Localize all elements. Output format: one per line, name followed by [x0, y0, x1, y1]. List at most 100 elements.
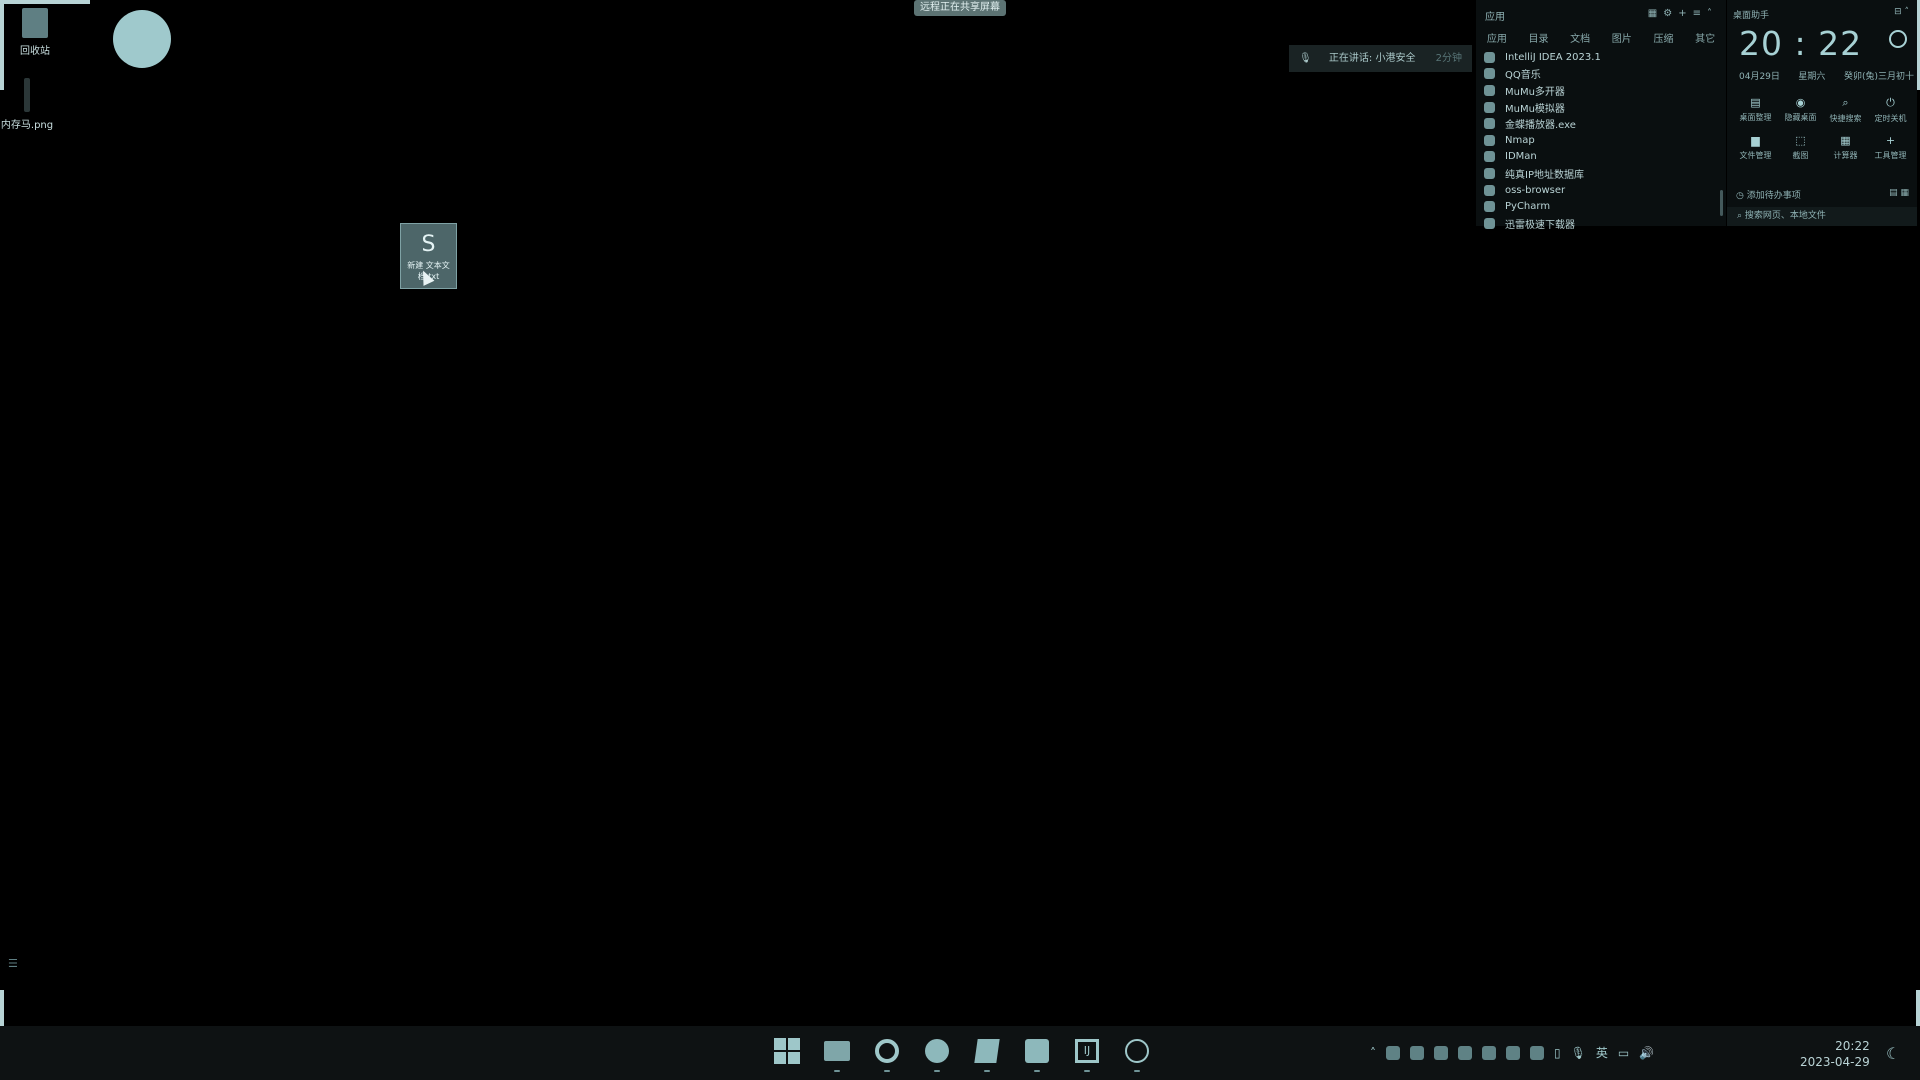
microphone-icon[interactable]: 🎙 [1571, 1046, 1586, 1060]
tray-app-icon[interactable] [1458, 1045, 1472, 1060]
notification-moon-icon[interactable]: ☾ [1886, 1044, 1900, 1063]
app-list-item[interactable]: QQ音乐 [1484, 66, 1719, 83]
tab-5[interactable]: 其它 [1695, 30, 1715, 45]
quick-action[interactable]: ⌕ 快捷搜索 [1823, 96, 1868, 124]
settings-icon[interactable]: ⚙ [1663, 8, 1678, 19]
screen-corner [0, 0, 90, 4]
chrome-icon [925, 1039, 949, 1063]
quick-action[interactable]: + 工具管理 [1868, 134, 1913, 161]
widget-title: 桌面助手 [1733, 11, 1770, 21]
app-list-item[interactable]: oss-browser [1484, 182, 1719, 199]
app-list-item[interactable]: IDMan [1484, 149, 1719, 166]
tray-app-icon[interactable] [1482, 1045, 1496, 1060]
app-label: PyCharm [1505, 201, 1551, 213]
app-list-item[interactable]: 迅雷极速下载器 [1484, 215, 1719, 232]
input-language[interactable]: 英 [1596, 1044, 1608, 1061]
app-icon [1484, 118, 1495, 130]
desktop-icon-png[interactable]: 内存马.png [0, 78, 62, 131]
app-launcher-panel: 应用 ▦⚙+≡˄ 应用 目录 文档 图片 压缩 其它 IntelliJ IDEA 2023… [1476, 0, 1726, 231]
tray-app-icon[interactable] [1506, 1045, 1520, 1060]
app-icon [1484, 151, 1495, 163]
app-list-item[interactable]: 纯真IP地址数据库 [1484, 165, 1719, 182]
tab-1[interactable]: 目录 [1528, 30, 1548, 45]
search-bar[interactable]: ⌕ 搜索网页、本地文件 [1727, 207, 1917, 226]
app-label: 迅雷极速下载器 [1505, 219, 1575, 231]
quick-action-label: 定时关机 [1874, 114, 1907, 123]
add-icon[interactable]: + [1678, 8, 1692, 19]
quick-action-label: 隐藏桌面 [1784, 113, 1817, 122]
sun-icon[interactable] [1889, 30, 1907, 48]
tray-app-icon[interactable] [1434, 1045, 1448, 1060]
tab-2[interactable]: 文档 [1570, 30, 1590, 45]
taskbar-notes[interactable] [972, 1036, 1002, 1072]
app-list-item[interactable]: 金蝶播放器.exe [1484, 115, 1719, 132]
tray-app-icon[interactable] [1386, 1045, 1400, 1060]
windows-icon [774, 1038, 800, 1064]
app-list-item[interactable]: Nmap [1484, 132, 1719, 149]
grid-view-icon[interactable]: ▦ [1648, 8, 1663, 19]
taskbar-edge[interactable] [872, 1036, 902, 1072]
tab-0[interactable]: 应用 [1487, 30, 1507, 45]
folder-icon [824, 1041, 850, 1061]
quick-action-label: 文件管理 [1739, 151, 1772, 160]
scrollbar[interactable] [1720, 190, 1723, 216]
quick-action-icon: ▤ [1750, 96, 1761, 109]
screen-share-badge[interactable]: 远程正在共享屏幕 [914, 0, 1006, 16]
quick-action[interactable]: ◉ 隐藏桌面 [1778, 96, 1823, 124]
app-icon [1484, 84, 1495, 96]
quick-action[interactable]: ⏻ 定时关机 [1868, 96, 1913, 124]
quick-action[interactable]: ▤ 桌面整理 [1733, 96, 1778, 124]
quick-action[interactable]: ▆ 文件管理 [1733, 134, 1778, 161]
tab-4[interactable]: 压缩 [1653, 30, 1673, 45]
start-button[interactable] [772, 1036, 802, 1066]
reminder-tools[interactable]: ▤ ▦ [1889, 188, 1909, 198]
category-tabs: 应用 目录 文档 图片 压缩 其它 [1476, 30, 1726, 45]
list-icon[interactable]: ☰ [8, 957, 18, 970]
quick-action[interactable]: ⬚ 截图 [1778, 134, 1823, 161]
app-list-item[interactable]: MuMu多开器 [1484, 82, 1719, 99]
app-list-item[interactable]: IntelliJ IDEA 2023.1 [1484, 49, 1719, 66]
taskbar-app[interactable] [1022, 1036, 1052, 1072]
network-icon[interactable]: ▭ [1618, 1046, 1629, 1060]
quick-action-icon: ⏻ [1886, 96, 1895, 109]
taskbar-file-explorer[interactable] [822, 1036, 852, 1072]
app-label: Nmap [1505, 134, 1535, 146]
usb-icon[interactable]: ▯ [1554, 1046, 1561, 1060]
taskbar-time: 20:22 [1835, 1039, 1870, 1053]
app-label: MuMu多开器 [1505, 86, 1565, 98]
quick-action-label: 工具管理 [1874, 151, 1907, 160]
chevron-up-icon[interactable]: ˄ [1370, 1046, 1376, 1060]
tab-3[interactable]: 图片 [1612, 30, 1632, 45]
quick-action-icon: ⌕ [1842, 96, 1849, 109]
tray-app-icon[interactable] [1530, 1045, 1544, 1060]
app-list-item[interactable]: PyCharm [1484, 198, 1719, 215]
clock-hour: 20 [1739, 24, 1783, 63]
desktop-icon-label: 回收站 [20, 46, 50, 57]
clock-minute: 22 [1818, 24, 1863, 63]
floating-ball[interactable] [113, 10, 171, 68]
add-reminder[interactable]: ◷ 添加待办事项 [1736, 188, 1801, 201]
tray-app-icon[interactable] [1410, 1045, 1424, 1060]
speaking-duration: 2分钟 [1435, 53, 1462, 64]
app-list-item[interactable]: MuMu模拟器 [1484, 99, 1719, 116]
widget-controls[interactable]: ⊟ ˄ [1894, 7, 1909, 17]
app-icon [1484, 201, 1495, 213]
clock-time: 20 : 22 [1739, 24, 1863, 63]
quick-action[interactable]: ▦ 计算器 [1823, 134, 1868, 161]
app-label: IntelliJ IDEA 2023.1 [1505, 51, 1601, 63]
taskbar-chrome[interactable] [922, 1036, 952, 1072]
date: 04月29日 [1739, 72, 1780, 82]
desktop-icon-recycle-bin[interactable]: 回收站 [0, 8, 70, 57]
taskbar-apps: IJ [772, 1036, 1152, 1072]
text-document-icon: S [421, 232, 436, 257]
taskbar-wireshark[interactable] [1122, 1036, 1152, 1072]
microphone-icon: 🎙 [1299, 53, 1312, 64]
volume-icon[interactable]: 🔊 [1639, 1046, 1654, 1060]
intellij-icon: IJ [1075, 1039, 1099, 1063]
taskbar-intellij[interactable]: IJ [1072, 1036, 1102, 1072]
chevron-up-icon[interactable]: ˄ [1707, 8, 1718, 19]
menu-icon[interactable]: ≡ [1693, 8, 1707, 19]
app-icon [1484, 167, 1495, 179]
taskbar-clock[interactable]: 20:22 2023-04-29 [1800, 1038, 1870, 1070]
quick-action-label: 桌面整理 [1739, 113, 1772, 122]
